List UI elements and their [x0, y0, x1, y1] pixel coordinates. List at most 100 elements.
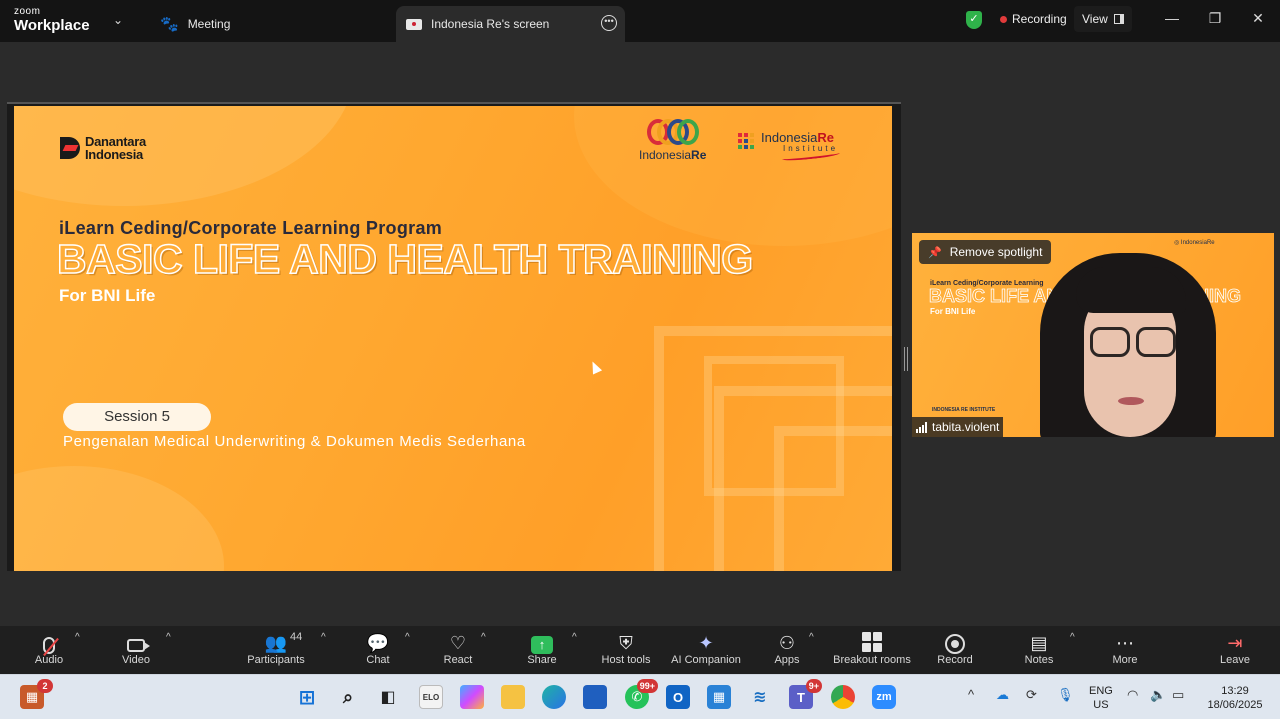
elo-app-icon[interactable]: ELO	[419, 685, 443, 709]
react-button[interactable]: ♡ React	[440, 626, 476, 674]
breakout-grid-icon	[862, 632, 882, 652]
share-options-caret-icon[interactable]: ^	[572, 632, 577, 643]
language-indicator[interactable]: ENG US	[1089, 684, 1113, 712]
host-tools-label: Host tools	[601, 654, 651, 666]
chat-bubble-icon: 💬	[366, 633, 390, 653]
security-shield-icon[interactable]: ✓	[966, 11, 982, 29]
more-button[interactable]: ⋯ More	[1106, 626, 1144, 674]
ai-companion-label: AI Companion	[671, 654, 741, 666]
task-view-icon[interactable]: ◧	[376, 685, 400, 709]
host-tools-button[interactable]: ⛨ Host tools	[598, 626, 654, 674]
tab-shared-screen[interactable]: Indonesia Re's screen •••	[396, 6, 625, 42]
whatsapp-badge: 99+	[636, 679, 658, 693]
heart-icon: ♡	[449, 633, 467, 653]
notes-button[interactable]: ▤ Notes	[1020, 626, 1058, 674]
pen-tool-icon[interactable]: ≋	[748, 685, 772, 709]
copilot-icon[interactable]	[460, 685, 484, 709]
windows-start-icon[interactable]: ⊞	[295, 685, 319, 709]
institute-name: IndonesiaRe	[761, 130, 835, 145]
participants-options-caret-icon[interactable]: ^	[321, 632, 326, 643]
record-icon	[945, 634, 965, 654]
tray-microphone-icon[interactable]: 🎙	[1057, 687, 1074, 703]
zoom-workplace-logo[interactable]: zoom Workplace	[14, 7, 90, 34]
hair-bangs	[1076, 267, 1186, 313]
volume-icon[interactable]: 🔈	[1150, 687, 1166, 703]
tab-meeting[interactable]: 🐾 Meeting	[160, 6, 230, 42]
danantara-line2: Indonesia	[85, 147, 143, 162]
pin-icon: 📌	[928, 246, 942, 259]
meeting-toolbar: Audio ^ Video ^ 👥 Participants 44 ^ 💬 Ch…	[0, 626, 1280, 674]
chat-button[interactable]: 💬 Chat	[360, 626, 396, 674]
audio-options-caret-icon[interactable]: ^	[75, 632, 80, 643]
store-icon[interactable]	[583, 685, 607, 709]
shared-screen-frame[interactable]: Danantara Indonesia IndonesiaRe Indonesi…	[7, 102, 901, 571]
danantara-text: Danantara Indonesia	[85, 135, 146, 161]
react-options-caret-icon[interactable]: ^	[481, 632, 486, 643]
mini-subtitle: For BNI Life	[930, 307, 976, 316]
zoom-app-icon[interactable]: zm	[872, 685, 896, 709]
remove-spotlight-button[interactable]: 📌 Remove spotlight	[919, 240, 1052, 264]
presentation-slide: Danantara Indonesia IndonesiaRe Indonesi…	[14, 106, 892, 571]
participant-video-tile[interactable]: ◎ IndonesiaRe iLearn Ceding/Corporate Le…	[912, 233, 1274, 437]
lang-top: ENG	[1089, 685, 1113, 697]
onedrive-cloud-icon[interactable]: ☁	[996, 687, 1009, 703]
share-button[interactable]: ↑ Share	[523, 626, 561, 674]
edge-icon[interactable]	[542, 685, 566, 709]
leave-door-icon: ⇥	[1227, 633, 1243, 653]
breakout-rooms-button[interactable]: Breakout rooms	[830, 626, 914, 674]
teams-badge: 9+	[805, 679, 822, 693]
decor-square	[704, 356, 844, 496]
tray-overflow-icon[interactable]: ^	[968, 687, 974, 702]
notes-options-caret-icon[interactable]: ^	[1070, 632, 1075, 643]
system-clock[interactable]: 13:29 18/06/2025	[1200, 684, 1270, 712]
teams-icon[interactable]: T 9+	[789, 679, 822, 709]
danantara-logo: Danantara Indonesia	[60, 135, 146, 161]
wifi-icon[interactable]: ◠	[1127, 687, 1138, 703]
calendar-icon[interactable]: ▦	[707, 685, 731, 709]
chat-label: Chat	[366, 654, 390, 666]
record-button[interactable]: Record	[934, 626, 976, 674]
lang-bottom: US	[1093, 699, 1109, 711]
apps-options-caret-icon[interactable]: ^	[809, 632, 814, 643]
chevron-down-icon[interactable]: ⌄	[113, 13, 123, 27]
participants-count: 44	[290, 631, 303, 643]
lips	[1118, 397, 1144, 405]
widgets-icon[interactable]: ▦ 2	[20, 679, 53, 709]
restore-icon[interactable]: ❐	[1203, 8, 1227, 28]
view-layout-icon	[1113, 14, 1124, 24]
file-explorer-icon[interactable]	[501, 685, 525, 709]
view-label: View	[1082, 12, 1108, 26]
search-icon[interactable]: ⌕	[336, 685, 360, 709]
share-label: Share	[527, 654, 557, 666]
notes-label: Notes	[1024, 654, 1054, 666]
battery-icon[interactable]: ▭	[1172, 687, 1184, 703]
outlook-icon[interactable]: O	[666, 685, 690, 709]
split-drag-handle[interactable]	[904, 347, 908, 371]
close-icon[interactable]: ✕	[1246, 8, 1270, 28]
ai-companion-button[interactable]: ✦ AI Companion	[668, 626, 744, 674]
slide-subtitle: For BNI Life	[59, 286, 156, 305]
audio-button[interactable]: Audio	[28, 626, 70, 674]
decor-blob	[574, 106, 892, 246]
slide-title: BASIC LIFE AND HEALTH TRAINING	[56, 235, 754, 283]
sync-icon[interactable]: ⟳	[1026, 687, 1037, 703]
chat-options-caret-icon[interactable]: ^	[405, 632, 410, 643]
leave-button[interactable]: ⇥ Leave	[1216, 626, 1254, 674]
recording-indicator[interactable]: Recording	[992, 6, 1075, 32]
indonesia-re-text: IndonesiaRe	[639, 148, 707, 162]
view-button[interactable]: View	[1074, 6, 1132, 32]
more-options-icon[interactable]: •••	[601, 15, 617, 31]
video-options-caret-icon[interactable]: ^	[166, 632, 171, 643]
zoom-app-label: zm	[876, 691, 892, 703]
minimize-icon[interactable]: —	[1160, 8, 1184, 28]
whatsapp-icon[interactable]: ✆ 99+	[625, 679, 658, 709]
apps-button[interactable]: ⚇ Apps	[770, 626, 804, 674]
glasses-left	[1090, 327, 1130, 357]
brand-bottom: Workplace	[14, 17, 90, 34]
audio-label: Audio	[34, 654, 64, 666]
chrome-icon[interactable]	[831, 685, 855, 709]
indonesia-re-institute-logo: IndonesiaRe Institute	[738, 130, 841, 163]
paw-icon: 🐾	[160, 16, 179, 33]
video-button[interactable]: Video	[114, 626, 158, 674]
camera-icon	[127, 639, 150, 652]
